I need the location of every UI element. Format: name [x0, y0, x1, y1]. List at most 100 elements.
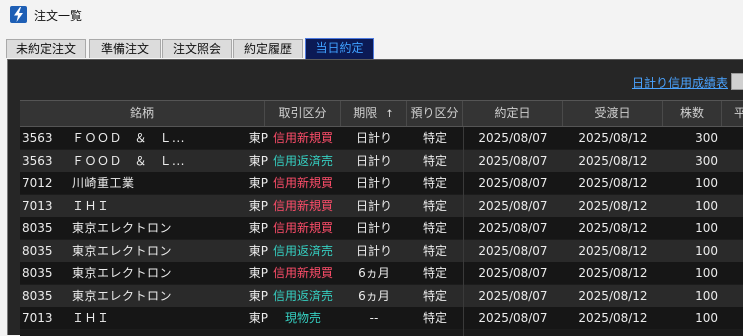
cell-term: 日計り [355, 198, 392, 213]
cell-settle-date: 2025/08/12 [578, 221, 648, 235]
cell-settle-date: 2025/08/12 [578, 288, 648, 303]
title-bar: 注文一覧 [0, 0, 743, 30]
cell-deposit: 特定 [422, 288, 447, 303]
executions-table: 銘柄 取引区分 期限 ↑ 預り区分 約定日 受渡日 株数 平 3563 ＦＯＯＤ ＆… [20, 100, 743, 336]
header-kind[interactable]: 取引区分 [265, 101, 341, 126]
cell-kind: 信用新規買 [272, 198, 333, 213]
cell-name: ＦＯＯＤ ＆ Ｌ... [72, 131, 185, 145]
table-row[interactable]: 3563 ＦＯＯＤ ＆ Ｌ... 東P 信用新規買 日計り 特定 2025/08/07 202… [20, 127, 743, 149]
cell-name: 東京エレクトロン [72, 266, 173, 280]
cell-kind: 信用返済売 [272, 243, 333, 258]
sort-ascending-icon: ↑ [385, 109, 394, 120]
table-row[interactable]: 7013 ＩＨＩ 東P 現物売 -- 特定 2025/08/07 2025/08/12 100 [20, 307, 743, 329]
header-name[interactable]: 銘柄 [20, 101, 265, 126]
cell-kind: 信用新規買 [272, 176, 333, 190]
cell-code: 8035 [22, 243, 53, 258]
column-divider [463, 127, 464, 336]
tab-today-executions[interactable]: 当日約定 [305, 38, 374, 59]
today-executions-panel: 日計り信用成績表 銘柄 取引区分 期限 ↑ 預り区分 約定日 受渡日 株数 平 3… [7, 59, 743, 336]
header-qty[interactable]: 株数 [663, 101, 722, 126]
cell-exec-date: 2025/08/07 [478, 176, 548, 190]
table-row[interactable]: 8035 東京エレクトロン 東P 信用返済売 日計り 特定 2025/08/07 2025/0… [20, 239, 743, 262]
cell-exec-date: 2025/08/07 [478, 198, 548, 213]
cell-term: 日計り [355, 153, 392, 168]
header-term-label: 期限 [353, 106, 378, 120]
cell-kind: 信用新規買 [272, 266, 333, 280]
cell-exec-date: 2025/08/07 [478, 266, 548, 280]
cell-qty: 100 [695, 266, 718, 280]
cell-name: 川崎重工業 [72, 176, 135, 190]
tab-prepared-orders[interactable]: 準備注文 [89, 39, 161, 58]
table-row[interactable]: 7013 ＩＨＩ 東P 信用新規買 日計り 特定 2025/08/07 2025/08/12 1… [20, 194, 743, 217]
cell-kind: 信用新規買 [272, 131, 333, 145]
tab-order-inquiry[interactable]: 注文照会 [162, 39, 232, 58]
cell-exec-date: 2025/08/07 [478, 311, 548, 325]
cell-kind: 信用新規買 [272, 221, 333, 235]
cell-term: -- [369, 311, 379, 325]
cell-kind: 現物売 [284, 311, 321, 325]
table-row[interactable]: 8035 東京エレクトロン 東P 信用新規買 日計り 特定 2025/08/07 2025/0… [20, 217, 743, 239]
cell-settle-date: 2025/08/12 [578, 311, 648, 325]
cell-name: ＦＯＯＤ ＆ Ｌ... [72, 153, 185, 168]
cell-settle-date: 2025/08/12 [578, 153, 648, 168]
cell-term: 6ヵ月 [358, 288, 390, 303]
cell-name: ＩＨＩ [72, 311, 110, 325]
header-term[interactable]: 期限 ↑ [341, 101, 407, 126]
cell-deposit: 特定 [422, 153, 447, 168]
cell-deposit: 特定 [422, 131, 447, 145]
cell-settle-date: 2025/08/12 [578, 176, 648, 190]
cell-code: 8035 [22, 288, 53, 303]
cell-term: 日計り [355, 243, 392, 258]
window-title: 注文一覧 [34, 9, 83, 23]
cell-name: 東京エレクトロン [72, 288, 173, 303]
tab-execution-history[interactable]: 約定履歴 [233, 39, 303, 58]
header-exec-date[interactable]: 約定日 [463, 101, 563, 126]
day-trade-margin-report-link[interactable]: 日計り信用成績表 [632, 74, 728, 91]
cell-qty: 100 [695, 288, 718, 303]
cell-code: 3563 [22, 131, 53, 145]
cell-exec-date: 2025/08/07 [478, 288, 548, 303]
cell-deposit: 特定 [422, 221, 447, 235]
table-row[interactable]: 7012 川崎重工業 東P 信用新規買 日計り 特定 2025/08/07 2025/08/1… [20, 172, 743, 194]
cell-deposit: 特定 [422, 198, 447, 213]
cell-code: 7012 [22, 176, 53, 190]
cell-deposit: 特定 [422, 311, 447, 325]
table-row[interactable]: 8035 東京エレクトロン 東P 信用新規買 6ヵ月 特定 2025/08/07 2025/0… [20, 262, 743, 284]
cell-exec-date: 2025/08/07 [478, 153, 548, 168]
cell-term: 6ヵ月 [358, 266, 390, 280]
header-deposit[interactable]: 預り区分 [407, 101, 463, 126]
cell-qty: 100 [695, 221, 718, 235]
header-settle-date[interactable]: 受渡日 [563, 101, 663, 126]
cell-exec-date: 2025/08/07 [478, 131, 548, 145]
cell-code: 8035 [22, 221, 53, 235]
cell-deposit: 特定 [422, 266, 447, 280]
cell-kind: 信用返済売 [272, 288, 333, 303]
cell-code: 3563 [22, 153, 53, 168]
cell-term: 日計り [355, 131, 392, 145]
cell-term: 日計り [355, 221, 392, 235]
cell-code: 7013 [22, 198, 53, 213]
table-row[interactable]: 8035 東京エレクトロン 東P 信用返済売 6ヵ月 特定 2025/08/07 2025/0… [20, 284, 743, 307]
cell-settle-date: 2025/08/12 [578, 131, 648, 145]
cell-settle-date: 2025/08/12 [578, 198, 648, 213]
cell-term: 日計り [355, 176, 392, 190]
cell-qty: 100 [695, 243, 718, 258]
cell-name: ＩＨＩ [72, 198, 110, 213]
tab-strip: 未約定注文 準備注文 注文照会 約定履歴 当日約定 [0, 30, 743, 59]
cell-code: 8035 [22, 266, 53, 280]
cell-settle-date: 2025/08/12 [578, 243, 648, 258]
cell-code: 7013 [22, 311, 53, 325]
cell-settle-date: 2025/08/12 [578, 266, 648, 280]
panel-menu-button[interactable] [731, 73, 743, 90]
table-header: 銘柄 取引区分 期限 ↑ 預り区分 約定日 受渡日 株数 平 [20, 100, 743, 127]
header-partial[interactable]: 平 [722, 101, 743, 126]
cell-qty: 300 [695, 153, 718, 168]
cell-kind: 信用返済売 [272, 153, 333, 168]
cell-exec-date: 2025/08/07 [478, 243, 548, 258]
cell-qty: 100 [695, 176, 718, 190]
tab-unexecuted-orders[interactable]: 未約定注文 [6, 39, 86, 58]
lightning-app-icon [10, 6, 27, 23]
cell-qty: 100 [695, 198, 718, 213]
cell-exec-date: 2025/08/07 [478, 221, 548, 235]
table-row[interactable]: 3563 ＦＯＯＤ ＆ Ｌ... 東P 信用返済売 日計り 特定 2025/08/07 202… [20, 149, 743, 172]
